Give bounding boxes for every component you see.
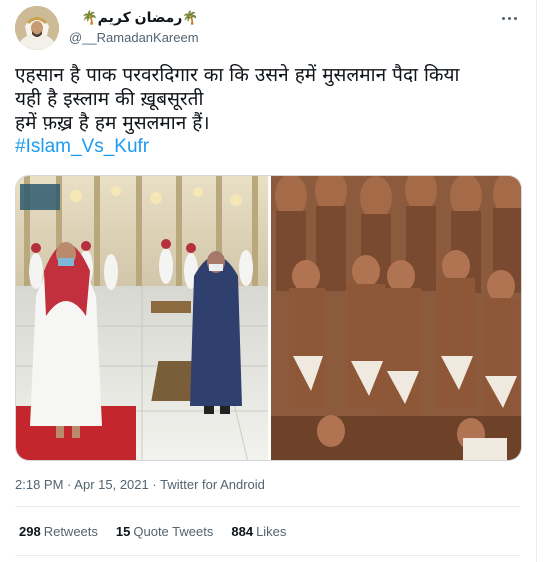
display-name[interactable]: 🌴رمضان كريم🌴: [69, 8, 199, 27]
tweet-stats: 298 Retweets 15 Quote Tweets 884 Likes: [19, 524, 286, 539]
user-handle[interactable]: @__RamadanKareem: [69, 29, 199, 47]
tweet-time[interactable]: 2:18 PM: [15, 477, 63, 492]
tweet-date[interactable]: Apr 15, 2021: [74, 477, 148, 492]
palm-tree-emoji: 🌴: [182, 10, 199, 25]
tweet-source[interactable]: Twitter for Android: [160, 477, 265, 492]
quote-tweets-stat[interactable]: 15 Quote Tweets: [116, 524, 213, 539]
tweet-text: एहसान है पाक परवरदिगार का कि उसने हमें म…: [15, 63, 525, 159]
tweet-meta: 2:18 PM · Apr 15, 2021 · Twitter for And…: [15, 477, 265, 493]
avatar[interactable]: [15, 6, 59, 50]
meta-separator: ·: [152, 477, 157, 492]
tweet-card: 🌴رمضان كريم🌴 @__RamadanKareem एहसान है प…: [0, 0, 537, 562]
media-photo-left[interactable]: [16, 176, 268, 460]
likes-label: Likes: [256, 524, 287, 539]
more-dot: [513, 16, 517, 20]
more-options-icon[interactable]: [498, 10, 520, 26]
tweet-media[interactable]: [15, 175, 522, 461]
tweet-text-line: हमें फ़ख़्र है हम मुसलमान हैं।: [15, 112, 210, 134]
crowd-image: [271, 176, 521, 460]
more-dot: [507, 16, 511, 20]
media-photo-right[interactable]: [271, 176, 521, 460]
palm-tree-emoji: 🌴: [81, 10, 98, 25]
more-dot: [501, 16, 505, 20]
tweet-text-line: यही है इस्लाम की ख़ूबसूरती: [15, 88, 204, 110]
quote-tweets-label: Quote Tweets: [133, 524, 214, 539]
divider: [15, 506, 520, 507]
display-name-text: رمضان كريم: [97, 9, 183, 25]
retweets-label: Retweets: [43, 524, 98, 539]
quote-tweets-count: 15: [115, 524, 131, 539]
author-names: 🌴رمضان كريم🌴 @__RamadanKareem: [69, 8, 199, 47]
retweets-stat[interactable]: 298 Retweets: [19, 524, 98, 539]
retweets-count: 298: [19, 524, 41, 539]
likes-stat[interactable]: 884 Likes: [231, 524, 286, 539]
avatar-image: [15, 6, 59, 50]
tweet-header: 🌴رمضان كريم🌴 @__RamadanKareem: [15, 6, 520, 50]
meta-separator: ·: [67, 477, 72, 492]
tweet-text-line: एहसान है पाक परवरदिगार का कि उसने हमें म…: [15, 64, 460, 86]
hashtag-link[interactable]: #Islam_Vs_Kufr: [15, 135, 525, 159]
divider: [15, 555, 520, 556]
likes-count: 884: [231, 524, 254, 539]
mosque-prayer-image: [16, 176, 268, 460]
